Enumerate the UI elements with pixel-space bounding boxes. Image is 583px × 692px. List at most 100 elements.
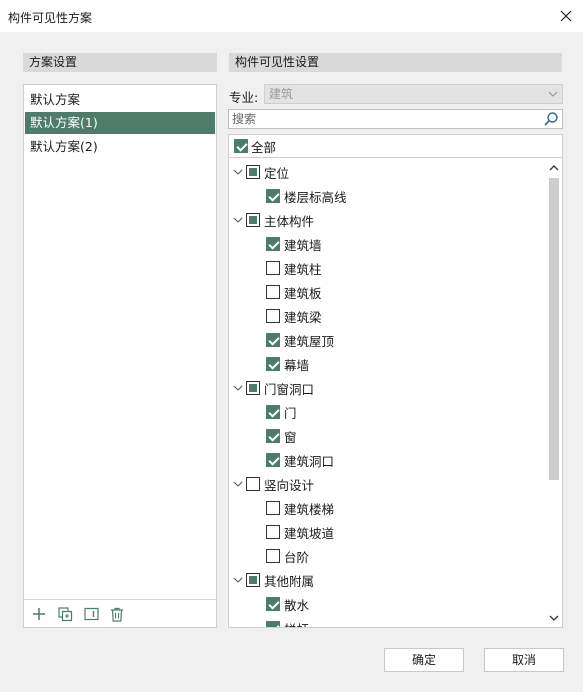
chevron-up-icon (549, 165, 558, 171)
ok-button[interactable]: 确定 (384, 648, 464, 672)
item-checkbox[interactable] (266, 453, 280, 467)
window-title: 构件可见性方案 (8, 11, 93, 25)
scroll-thumb[interactable] (549, 178, 559, 480)
collapse-caret[interactable] (232, 166, 244, 178)
tree-group-row[interactable]: 其他附属 (246, 569, 314, 591)
item-checkbox[interactable] (266, 597, 280, 611)
item-checkbox[interactable] (266, 261, 280, 275)
add-icon (33, 608, 45, 620)
discipline-value: 建筑 (269, 87, 294, 101)
tree-item-row[interactable]: 栏杆 (266, 617, 309, 628)
item-checkbox[interactable] (266, 405, 280, 419)
group-checkbox[interactable] (246, 477, 260, 491)
scheme-item[interactable]: 默认方案(2) (25, 136, 215, 158)
tree-item-label: 建筑柱 (284, 261, 322, 277)
group-checkbox[interactable] (246, 165, 260, 179)
item-checkbox[interactable] (266, 357, 280, 371)
tree-group-label: 门窗洞口 (264, 381, 315, 397)
chevron-down-icon (233, 169, 243, 175)
tree-item-row[interactable]: 建筑板 (266, 281, 322, 303)
tree-item-row[interactable]: 幕墙 (266, 353, 309, 375)
scheme-item[interactable]: 默认方案 (25, 89, 215, 111)
title-bar: 构件可见性方案 (0, 0, 583, 32)
tree-item-label: 门 (284, 405, 297, 421)
tree-item-row[interactable]: 门 (266, 401, 297, 423)
rename-scheme-button[interactable] (82, 605, 100, 623)
chevron-down-icon (233, 385, 243, 391)
search-input[interactable] (232, 112, 532, 126)
discipline-label: 专业: (229, 90, 259, 105)
item-checkbox[interactable] (266, 525, 280, 539)
item-checkbox[interactable] (266, 429, 280, 443)
search-icon (544, 112, 558, 126)
delete-icon (111, 607, 123, 622)
scheme-item-selected[interactable]: 默认方案(1) (25, 112, 215, 134)
tree-group-row[interactable]: 门窗洞口 (246, 377, 314, 399)
tree-item-row[interactable]: 台阶 (266, 545, 309, 567)
scroll-down-button[interactable] (545, 610, 562, 626)
tree-scrollbar[interactable] (545, 158, 562, 627)
tree-item-label: 散水 (284, 597, 310, 613)
tree-group-row[interactable]: 定位 (246, 161, 289, 183)
group-checkbox[interactable] (246, 573, 260, 587)
group-checkbox[interactable] (246, 213, 260, 227)
close-button[interactable] (549, 0, 583, 32)
tree-item-row[interactable]: 窗 (266, 425, 297, 447)
item-checkbox[interactable] (266, 309, 280, 323)
item-checkbox[interactable] (266, 621, 280, 627)
item-checkbox[interactable] (266, 333, 280, 347)
collapse-caret[interactable] (232, 478, 244, 490)
tree-item-label: 建筑坡道 (284, 525, 335, 541)
tree-item-row[interactable]: 建筑柱 (266, 257, 322, 279)
tree-item-row[interactable]: 楼层标高线 (266, 185, 347, 207)
select-all-row: 全部 (228, 134, 563, 158)
tree-item-label: 楼层标高线 (284, 189, 347, 205)
item-checkbox[interactable] (266, 549, 280, 563)
tree-item-row[interactable]: 散水 (266, 593, 309, 615)
tree-item-row[interactable]: 建筑梁 (266, 305, 322, 327)
chevron-down-icon (233, 217, 243, 223)
item-checkbox[interactable] (266, 285, 280, 299)
delete-scheme-button[interactable] (108, 605, 126, 623)
tree-group-row[interactable]: 主体构件 (246, 209, 314, 231)
tree-item-row[interactable]: 建筑墙 (266, 233, 322, 255)
collapse-caret[interactable] (232, 382, 244, 394)
scheme-list: 默认方案 默认方案(1) 默认方案(2) (23, 84, 217, 628)
chevron-down-icon (549, 615, 558, 621)
close-icon (560, 10, 572, 22)
discipline-select[interactable]: 建筑 (264, 84, 563, 104)
tree-group-row[interactable]: 竖向设计 (246, 473, 314, 495)
item-checkbox[interactable] (266, 189, 280, 203)
tree-group-label: 其他附属 (264, 573, 315, 589)
scheme-toolbar (24, 599, 216, 627)
select-all-checkbox-row[interactable]: 全部 (234, 135, 276, 157)
chevron-down-icon (233, 577, 243, 583)
search-field[interactable] (228, 109, 563, 129)
tree-item-label: 台阶 (284, 549, 310, 565)
collapse-caret[interactable] (232, 214, 244, 226)
chevron-down-icon (548, 91, 558, 97)
scroll-up-button[interactable] (545, 160, 562, 176)
tree-item-label: 建筑板 (284, 285, 322, 301)
tree-item-row[interactable]: 建筑楼梯 (266, 497, 334, 519)
tree-group-label: 竖向设计 (264, 477, 315, 493)
chevron-down-icon (233, 481, 243, 487)
item-checkbox[interactable] (266, 237, 280, 251)
tree-item-label: 栏杆 (284, 619, 309, 628)
add-scheme-button[interactable] (30, 605, 48, 623)
collapse-caret[interactable] (232, 574, 244, 586)
tree-item-row[interactable]: 建筑坡道 (266, 521, 334, 543)
cancel-button[interactable]: 取消 (484, 648, 564, 672)
tree-item-label: 窗 (284, 429, 297, 445)
tree-item-label: 幕墙 (284, 357, 310, 373)
tree-item-label: 建筑楼梯 (284, 501, 335, 517)
tree-item-row[interactable]: 建筑屋顶 (266, 329, 334, 351)
select-all-checkbox[interactable] (234, 139, 248, 153)
tree-item-label: 建筑墙 (284, 237, 322, 253)
duplicate-scheme-button[interactable] (56, 605, 74, 623)
item-checkbox[interactable] (266, 501, 280, 515)
tree-item-label: 建筑屋顶 (284, 333, 335, 349)
visibility-settings-header: 构件可见性设置 (229, 53, 562, 72)
group-checkbox[interactable] (246, 381, 260, 395)
tree-item-row[interactable]: 建筑洞口 (266, 449, 334, 471)
